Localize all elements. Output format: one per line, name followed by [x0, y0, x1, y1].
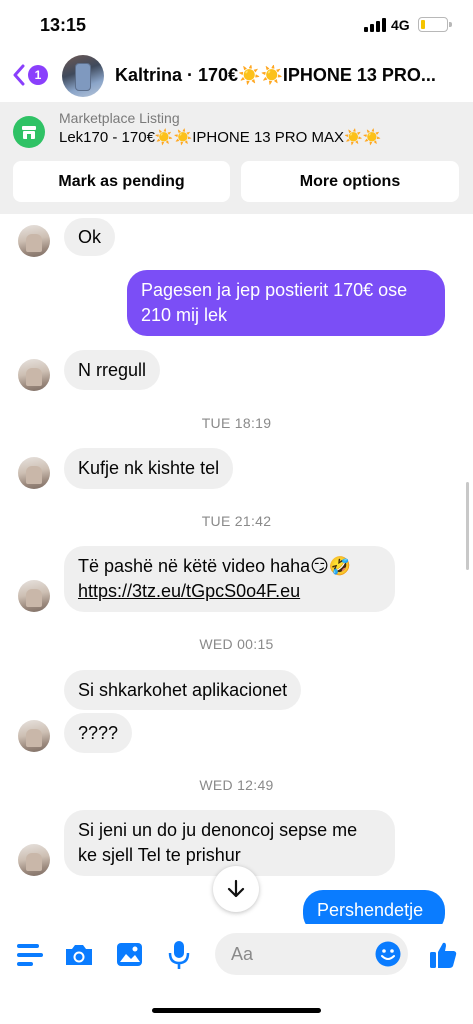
message-bubble[interactable]: Ok: [64, 218, 116, 256]
scrollbar[interactable]: [466, 482, 469, 570]
timestamp: WED 00:15: [199, 636, 274, 652]
timestamp: TUE 21:42: [201, 513, 272, 529]
timestamp: TUE 18:19: [201, 415, 272, 431]
message-link[interactable]: https://3tz.eu/tGpcS0o4F.eu: [78, 579, 381, 604]
message-text: Pagesen ja jep postierit 170€ ose: [141, 280, 408, 300]
message-text: Pershendetje: [317, 900, 424, 920]
message-bubble[interactable]: N rregull: [64, 350, 161, 390]
avatar[interactable]: [18, 457, 50, 489]
message-input-box[interactable]: [215, 933, 408, 975]
message-text: N rregull: [78, 360, 147, 380]
marketplace-listing: Marketplace Listing Lek170 - 170€☀️☀️IPH…: [0, 102, 473, 214]
unread-badge[interactable]: 1: [28, 65, 48, 85]
battery-icon: [418, 17, 452, 32]
avatar[interactable]: [18, 225, 50, 257]
avatar[interactable]: [18, 580, 50, 612]
message-bubble[interactable]: Pershendetje: [303, 890, 445, 924]
status-bar: 13:15 4G: [0, 0, 473, 50]
emoji-icon[interactable]: [375, 941, 401, 967]
message-text: Si shkarkohet aplikacionet: [78, 680, 288, 700]
message-bubble[interactable]: Pagesen ja jep postierit 170€ ose 210 mi…: [127, 270, 445, 336]
timestamp: WED 12:49: [199, 777, 274, 793]
avatar[interactable]: [18, 844, 50, 876]
message-list[interactable]: Ok Pagesen ja jep postierit 170€ ose 210…: [0, 214, 473, 924]
menu-icon[interactable]: [17, 944, 43, 966]
arrow-down-icon: [227, 879, 245, 898]
message-text: Kufje nk kishte tel: [78, 458, 220, 478]
thumbs-up-icon[interactable]: [428, 940, 458, 970]
back-chevron-icon[interactable]: [12, 64, 26, 86]
microphone-icon[interactable]: [168, 940, 190, 970]
signal-icon: [364, 18, 386, 32]
avatar[interactable]: [62, 55, 104, 97]
conversation-header: 1 Kaltrina · 170€☀️☀️IPHONE 13 PRO...: [0, 50, 473, 102]
message-text: Si jeni un do ju denoncoj sepse me: [78, 820, 358, 840]
message-text: ke sjell Tel te prishur: [78, 845, 241, 865]
home-indicator: [152, 1008, 321, 1013]
scroll-to-bottom-button[interactable]: [213, 866, 259, 912]
gallery-icon[interactable]: [116, 942, 143, 967]
message-text: ????: [78, 723, 119, 743]
message-bubble[interactable]: Si shkarkohet aplikacionet: [64, 670, 302, 710]
marketplace-store-icon: [13, 116, 45, 148]
avatar[interactable]: [18, 359, 50, 391]
message-text: Të pashë në këtë video haha😏🤣: [78, 556, 352, 576]
more-options-button[interactable]: More options: [241, 161, 459, 202]
message-bubble[interactable]: Kufje nk kishte tel: [64, 448, 234, 489]
message-composer: [0, 924, 473, 1024]
network-type: 4G: [391, 17, 410, 33]
mark-as-pending-button[interactable]: Mark as pending: [13, 161, 230, 202]
listing-title[interactable]: Lek170 - 170€☀️☀️IPHONE 13 PRO MAX☀️☀️: [59, 128, 381, 146]
avatar[interactable]: [18, 720, 50, 752]
message-text: 210 mij lek: [141, 305, 228, 325]
camera-icon[interactable]: [64, 943, 94, 967]
message-bubble[interactable]: ????: [64, 713, 133, 753]
status-time: 13:15: [40, 15, 87, 35]
listing-label: Marketplace Listing: [59, 110, 180, 126]
message-bubble[interactable]: Të pashë në këtë video haha😏🤣 https://3t…: [64, 546, 395, 612]
message-text: Ok: [78, 227, 102, 247]
message-input[interactable]: [231, 933, 371, 975]
conversation-title[interactable]: Kaltrina · 170€☀️☀️IPHONE 13 PRO...: [115, 65, 470, 86]
